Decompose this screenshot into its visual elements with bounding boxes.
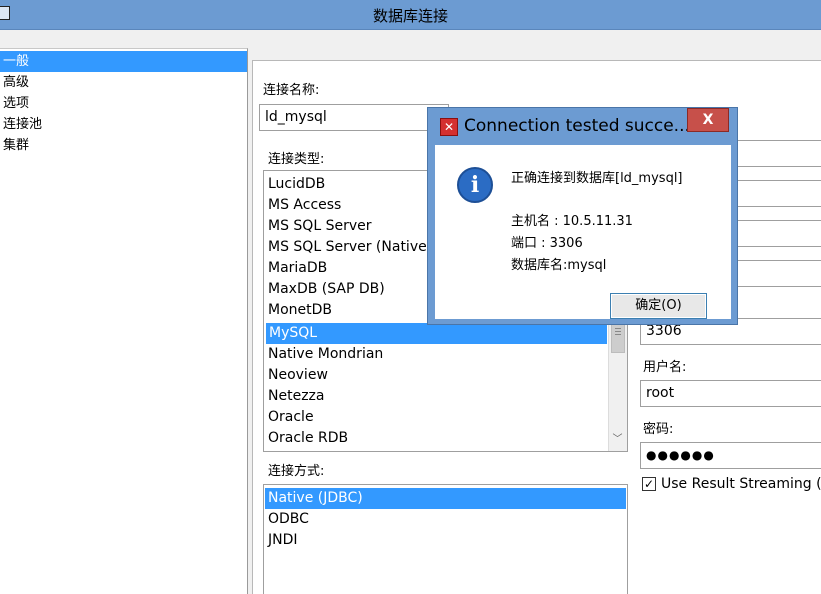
- access-method-list[interactable]: Native (JDBC) ODBC JNDI: [263, 484, 628, 594]
- window-title: 数据库连接: [372, 7, 448, 25]
- list-item-selected[interactable]: Native (JDBC): [265, 488, 626, 509]
- sidebar-nav: 一般 高级 选项 连接池 集群: [0, 48, 248, 594]
- password-field[interactable]: ●●●●●●: [640, 442, 821, 469]
- connection-name-input[interactable]: ld_mysql: [259, 104, 449, 131]
- username-field[interactable]: root: [640, 380, 821, 407]
- list-item[interactable]: Oracle RDB: [265, 428, 608, 449]
- nav-item-pooling[interactable]: 连接池: [0, 114, 247, 135]
- dialog-body: i 正确连接到数据库[ld_mysql] 主机名 : 10.5.11.31 端口…: [435, 145, 731, 319]
- scroll-down-icon[interactable]: ﹀: [609, 431, 626, 448]
- list-item[interactable]: ODBC: [265, 509, 626, 530]
- window-title-bar: 数据库连接: [0, 0, 821, 30]
- dialog-title-bar: ✕ Connection tested succe... X: [428, 108, 737, 144]
- info-icon: i: [457, 167, 493, 203]
- nav-item-general[interactable]: 一般: [0, 51, 247, 72]
- list-item[interactable]: JNDI: [265, 530, 626, 551]
- connection-test-dialog: ✕ Connection tested succe... X i 正确连接到数据…: [427, 107, 738, 325]
- nav-item-options[interactable]: 选项: [0, 93, 247, 114]
- app-icon: ✕: [440, 118, 458, 136]
- list-item[interactable]: Native Mondrian: [265, 344, 608, 365]
- connection-type-label: 连接类型:: [268, 152, 325, 167]
- connection-name-label: 连接名称:: [263, 83, 320, 98]
- username-label: 用户名:: [643, 360, 687, 375]
- dialog-database-line: 数据库名:mysql: [511, 258, 607, 273]
- list-item-selected[interactable]: MySQL: [266, 323, 607, 344]
- list-item[interactable]: Oracle: [265, 407, 608, 428]
- list-item[interactable]: Netezza: [265, 386, 608, 407]
- nav-item-clustering[interactable]: 集群: [0, 135, 247, 156]
- nav-item-advanced[interactable]: 高级: [0, 72, 247, 93]
- dialog-message: 正确连接到数据库[ld_mysql]: [511, 171, 683, 186]
- dialog-title: Connection tested succe...: [464, 116, 690, 136]
- dialog-port-line: 端口 : 3306: [511, 236, 583, 251]
- ok-button[interactable]: 确定(O): [610, 293, 707, 319]
- password-label: 密码:: [643, 422, 674, 437]
- streaming-checkbox[interactable]: ✓: [642, 477, 656, 491]
- dialog-host-line: 主机名 : 10.5.11.31: [511, 214, 633, 229]
- close-button[interactable]: X: [687, 108, 729, 132]
- streaming-label: Use Result Streaming (: [661, 476, 821, 492]
- list-item[interactable]: Neoview: [265, 365, 608, 386]
- access-method-label: 连接方式:: [268, 464, 325, 479]
